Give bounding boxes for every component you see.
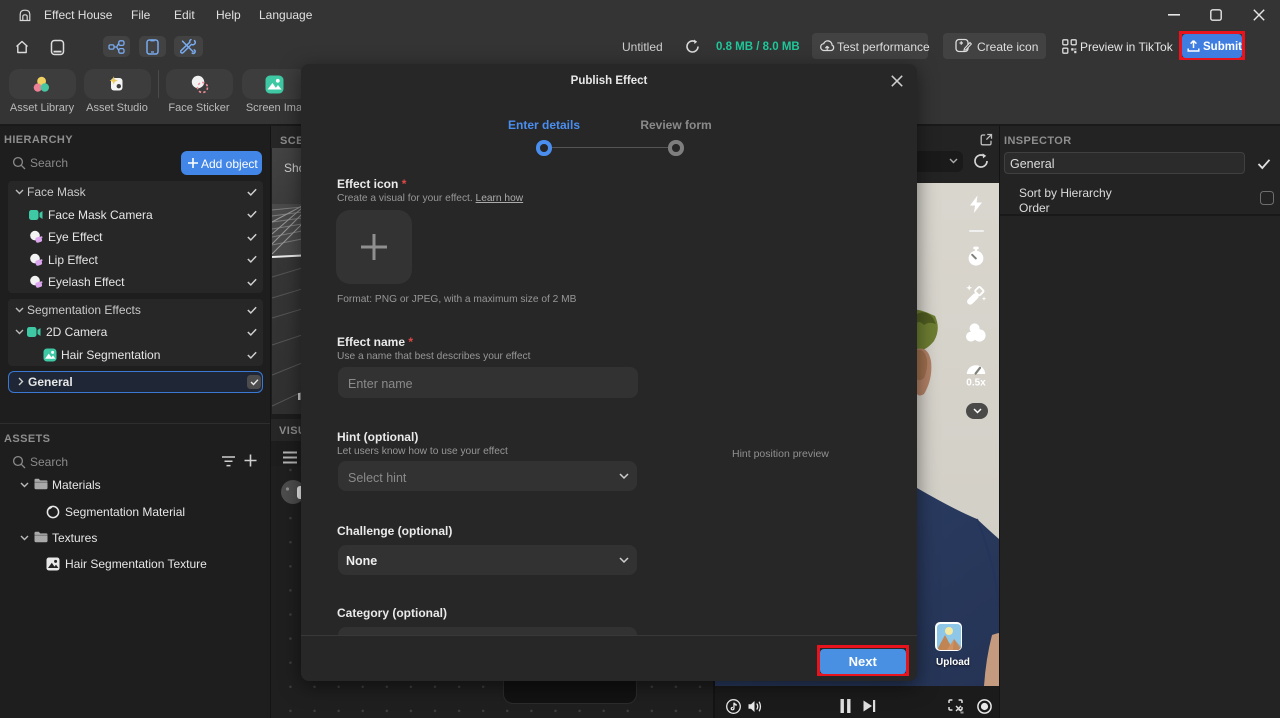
svg-text:0.5x: 0.5x <box>966 378 986 388</box>
